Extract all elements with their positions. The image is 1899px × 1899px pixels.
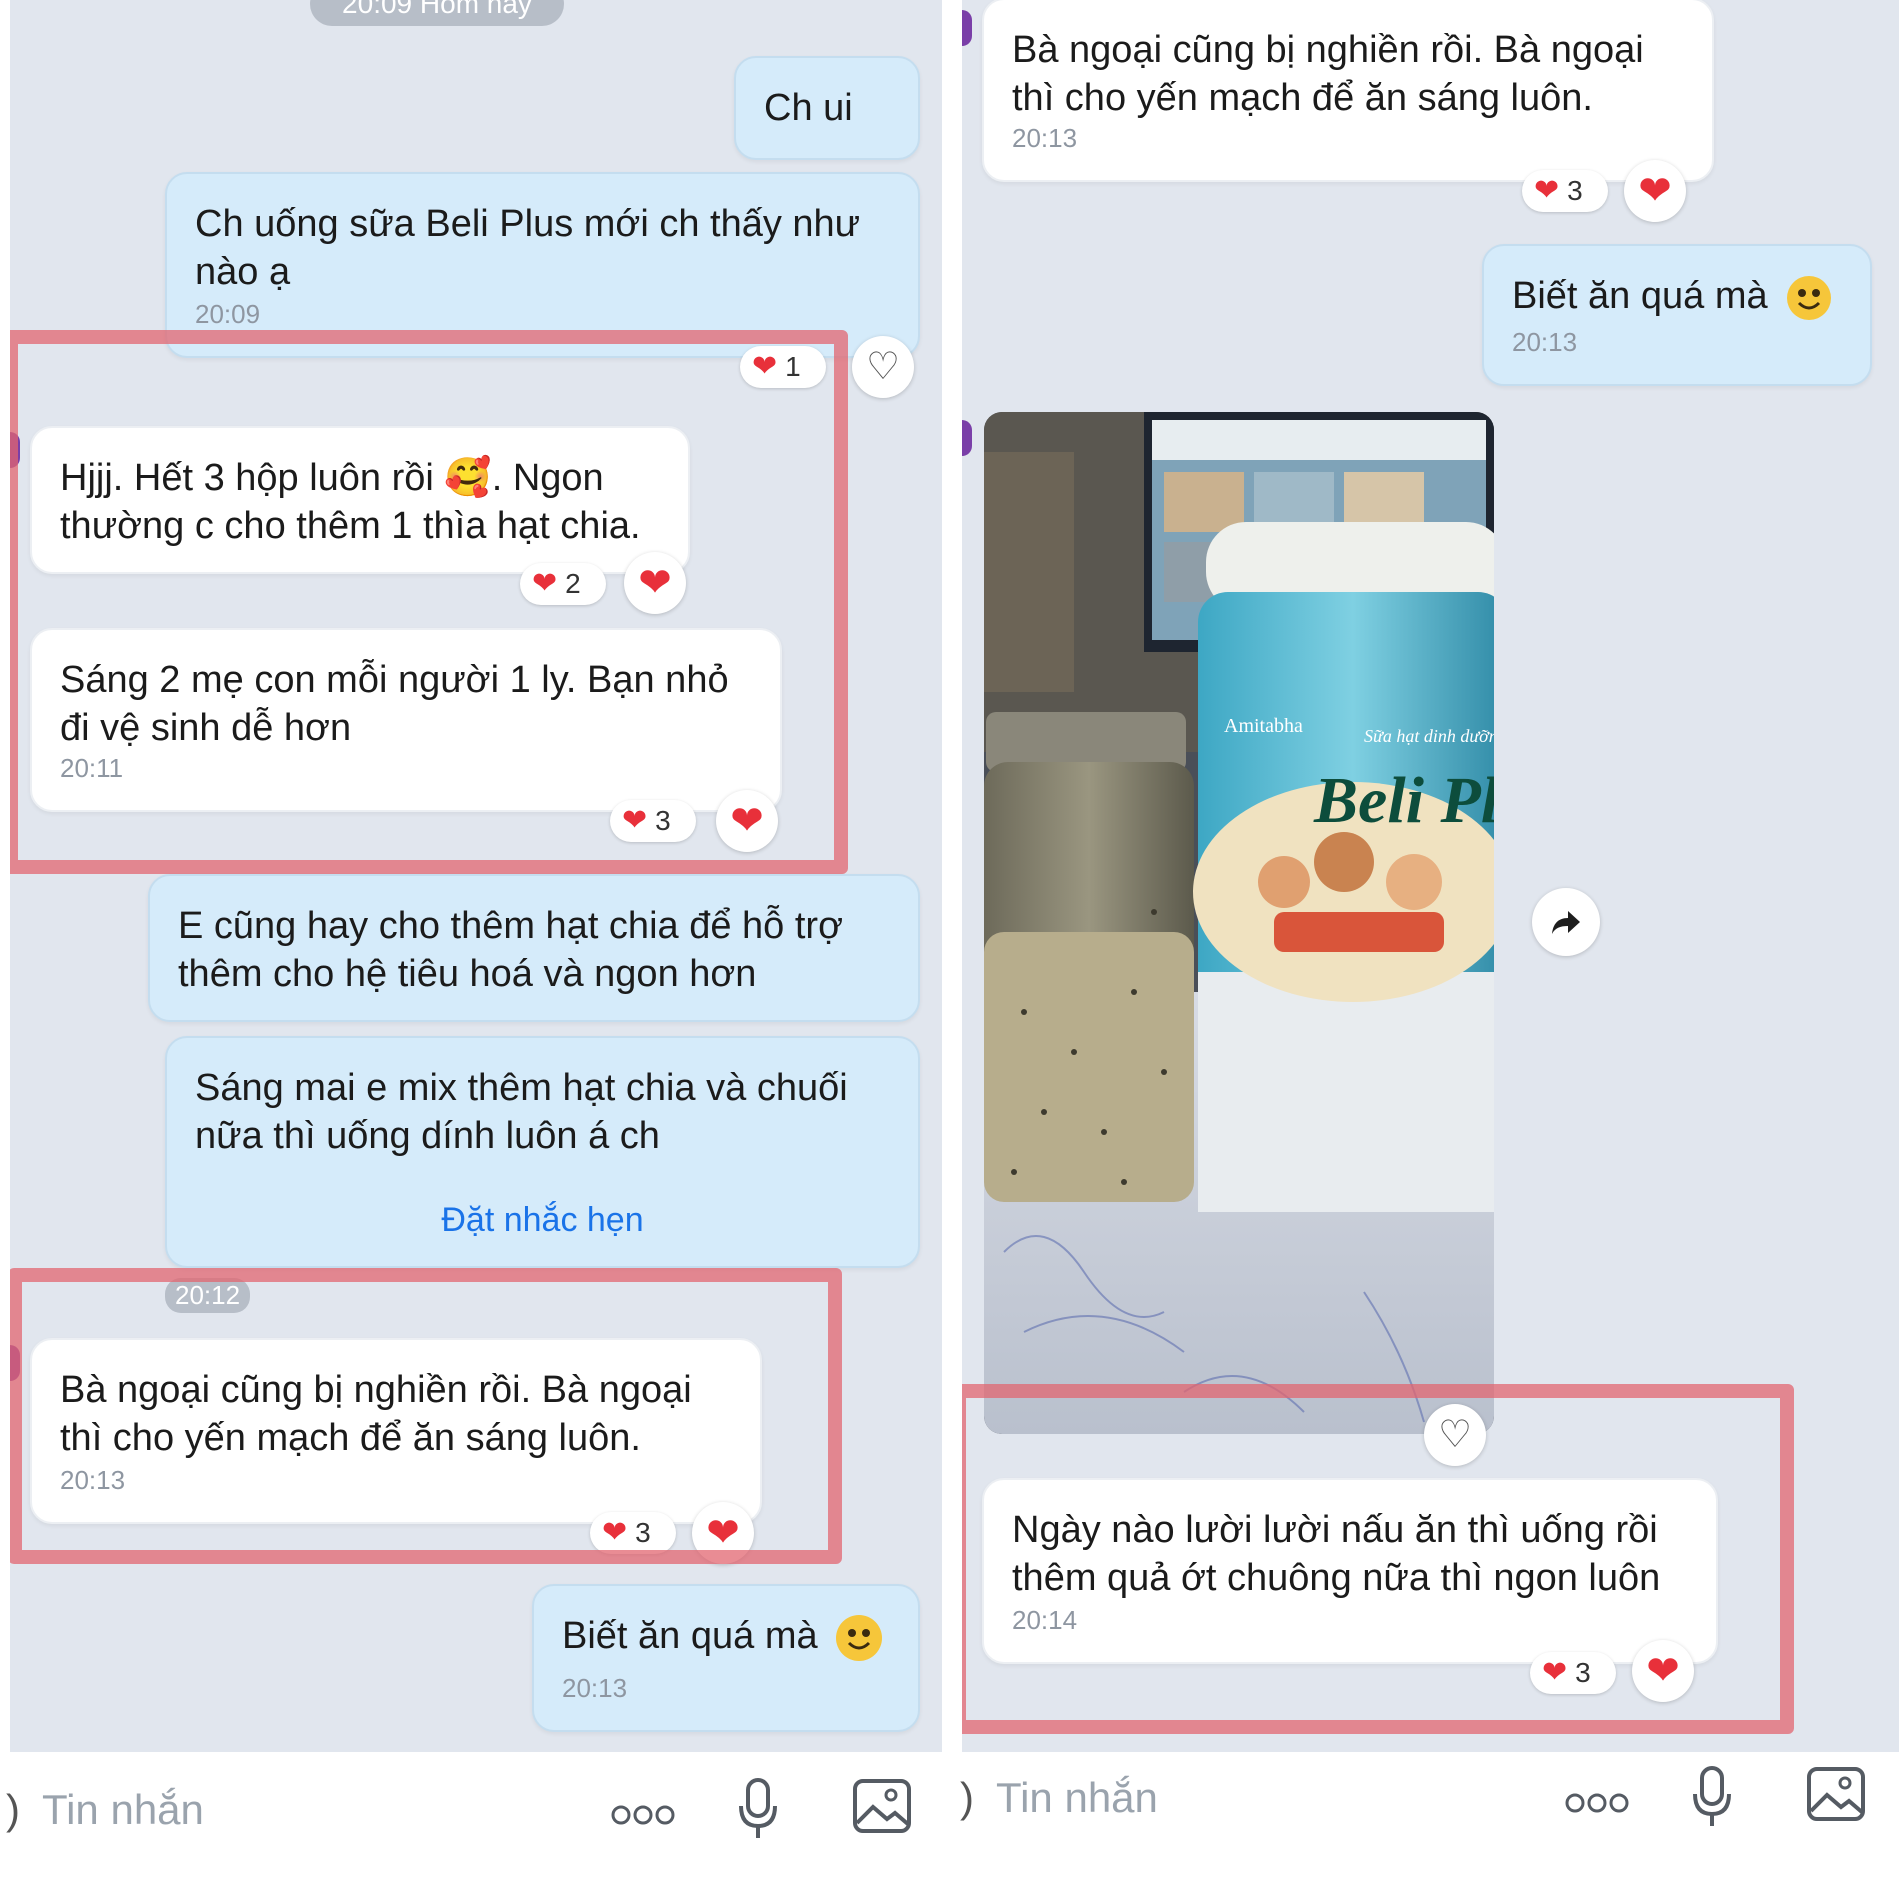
heart-icon: ❤ <box>752 350 778 383</box>
message-bubble-outgoing[interactable]: E cũng hay cho thêm hạt chia để hỗ trợ t… <box>148 874 920 1022</box>
heart-icon: ❤ <box>532 567 558 600</box>
smile-emoji-icon <box>836 1614 883 1661</box>
message-bubble-outgoing[interactable]: Ch ui <box>734 56 920 160</box>
message-bubble-outgoing[interactable]: Sáng mai e mix thêm hạt chia và chuối nữ… <box>165 1036 920 1268</box>
message-input-bar-left: ) Tin nhắn <box>0 1752 942 1899</box>
message-text: Biết ăn quá mà <box>1512 275 1768 317</box>
more-icon[interactable] <box>608 1792 678 1838</box>
message-bubble-incoming[interactable]: Sáng 2 mẹ con mỗi người 1 ly. Bạn nhỏ đi… <box>30 628 782 812</box>
react-button[interactable]: ❤ <box>692 1502 754 1564</box>
reaction-summary[interactable]: ❤ 3 <box>1530 1652 1616 1694</box>
forward-button[interactable] <box>1532 888 1600 956</box>
avatar[interactable] <box>962 420 972 456</box>
message-text: Sáng mai e mix thêm hạt chia và chuối nữ… <box>195 1067 848 1157</box>
reaction-summary[interactable]: ❤ 2 <box>520 563 606 605</box>
message-time: 20:13 <box>1512 327 1578 357</box>
photo-message[interactable]: Amitabha Sữa hạt dinh dưỡng Beli Plus <box>984 412 1494 1434</box>
message-time: 20:13 <box>562 1673 628 1703</box>
heart-outline-icon: ♡ <box>865 346 901 388</box>
set-reminder-link[interactable]: Đặt nhắc hẹn <box>167 1196 918 1244</box>
react-button[interactable]: ❤ <box>624 552 686 614</box>
reaction-count: 1 <box>785 351 801 382</box>
forward-arrow-icon <box>1552 911 1580 934</box>
heart-icon: ❤ <box>1534 174 1560 207</box>
microphone-icon[interactable] <box>1690 1762 1734 1832</box>
message-text: Bà ngoại cũng bị nghiền rồi. Bà ngoại th… <box>60 1369 692 1459</box>
message-time: 20:11 <box>60 753 124 783</box>
microphone-icon[interactable] <box>736 1774 780 1844</box>
heart-icon: ❤ <box>638 561 672 605</box>
heart-icon: ❤ <box>622 804 648 837</box>
paren-icon: ) <box>960 1774 974 1821</box>
product-photo: Amitabha Sữa hạt dinh dưỡng Beli Plus <box>984 412 1494 1434</box>
heart-icon: ❤ <box>706 1511 740 1555</box>
photo-top-label: Sữa hạt dinh dưỡng <box>1364 726 1494 746</box>
chat-panel-right[interactable]: Bà ngoại cũng bị nghiền rồi. Bà ngoại th… <box>962 0 1899 1752</box>
image-icon[interactable] <box>1806 1764 1866 1824</box>
heart-icon: ❤ <box>1542 1656 1568 1689</box>
message-time: 20:13 <box>1012 123 1078 153</box>
reaction-summary[interactable]: ❤ 3 <box>1522 170 1608 212</box>
message-bubble-outgoing[interactable]: Biết ăn quá mà 20:13 <box>1482 244 1872 386</box>
reaction-summary[interactable]: ❤ 1 <box>740 346 826 388</box>
chat-panel-left[interactable]: 20:09 Hôm nay Ch ui Ch uống sữa Beli Plu… <box>10 0 942 1752</box>
message-text: Bà ngoại cũng bị nghiền rồi. Bà ngoại th… <box>1012 29 1644 119</box>
heart-icon: ❤ <box>730 799 764 843</box>
react-button[interactable]: ♡ <box>1424 1404 1486 1466</box>
photo-brand-label: Beli Plus <box>1313 764 1494 837</box>
heart-icon: ❤ <box>1646 1649 1680 1693</box>
avatar[interactable] <box>962 10 972 46</box>
message-input[interactable]: Tin nhắn <box>42 1786 204 1834</box>
reaction-summary[interactable]: ❤ 3 <box>610 800 696 842</box>
message-bubble-outgoing[interactable]: Ch uống sữa Beli Plus mới ch thấy như nà… <box>165 172 920 358</box>
image-icon[interactable] <box>852 1776 912 1836</box>
reaction-summary[interactable]: ❤ 3 <box>590 1512 676 1554</box>
react-button[interactable]: ❤ <box>1624 160 1686 222</box>
message-bubble-incoming[interactable]: Bà ngoại cũng bị nghiền rồi. Bà ngoại th… <box>982 0 1714 182</box>
heart-icon: ❤ <box>602 1516 628 1549</box>
reaction-count: 3 <box>1567 175 1583 206</box>
react-button[interactable]: ❤ <box>1632 1640 1694 1702</box>
message-time: 20:14 <box>1012 1605 1078 1635</box>
message-time: 20:13 <box>60 1465 126 1495</box>
reaction-count: 3 <box>1575 1657 1591 1688</box>
date-divider: 20:09 Hôm nay <box>310 0 564 26</box>
photo-maker-label: Amitabha <box>1224 715 1303 737</box>
paren-icon: ) <box>6 1786 20 1833</box>
react-button[interactable]: ❤ <box>716 790 778 852</box>
message-bubble-outgoing[interactable]: Biết ăn quá mà 20:13 <box>532 1584 920 1732</box>
message-input-bar-right: ) Tin nhắn <box>958 1752 1899 1899</box>
message-text: Hjjj. Hết 3 hộp luôn rồi 🥰. Ngon thường … <box>60 457 641 547</box>
message-text: Ngày nào lười lười nấu ăn thì uống rồi t… <box>1012 1509 1661 1599</box>
reaction-count: 3 <box>655 805 671 836</box>
avatar[interactable] <box>10 432 20 468</box>
message-input[interactable]: Tin nhắn <box>996 1774 1158 1822</box>
more-icon[interactable] <box>1562 1780 1632 1826</box>
message-bubble-incoming[interactable]: Ngày nào lười lười nấu ăn thì uống rồi t… <box>982 1478 1718 1664</box>
heart-outline-icon: ♡ <box>1437 1414 1473 1456</box>
time-divider: 20:12 <box>165 1278 251 1313</box>
message-text: Biết ăn quá mà <box>562 1615 818 1657</box>
smile-emoji-icon <box>1786 275 1832 321</box>
message-text: Sáng 2 mẹ con mỗi người 1 ly. Bạn nhỏ đi… <box>60 659 729 749</box>
react-button[interactable]: ♡ <box>852 336 914 398</box>
reaction-count: 2 <box>565 568 581 599</box>
message-text: Ch ui <box>764 87 853 129</box>
avatar[interactable] <box>10 1345 20 1381</box>
heart-icon: ❤ <box>1638 169 1672 213</box>
message-text: E cũng hay cho thêm hạt chia để hỗ trợ t… <box>178 905 843 995</box>
reaction-count: 3 <box>635 1517 651 1548</box>
message-bubble-incoming[interactable]: Hjjj. Hết 3 hộp luôn rồi 🥰. Ngon thường … <box>30 426 690 574</box>
message-time: 20:09 <box>195 299 261 329</box>
message-text: Ch uống sữa Beli Plus mới ch thấy như nà… <box>195 203 861 293</box>
message-bubble-incoming[interactable]: Bà ngoại cũng bị nghiền rồi. Bà ngoại th… <box>30 1338 762 1524</box>
